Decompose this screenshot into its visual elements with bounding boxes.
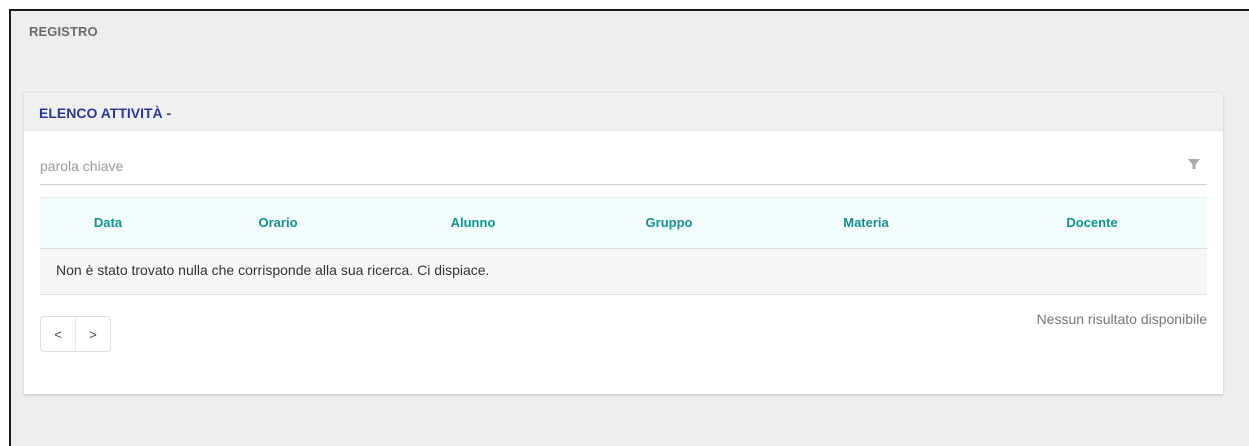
empty-result-row: Non è stato trovato nulla che corrispond… [40,249,1207,295]
card-title: ELENCO ATTIVITÀ - [39,105,172,121]
filter-icon[interactable] [1187,157,1201,171]
next-page-button[interactable]: > [76,317,110,351]
column-header-alunno[interactable]: Alunno [451,215,496,230]
results-status: Nessun risultato disponibile [1036,311,1207,327]
activity-table: Data Orario Alunno Gruppo Materia Docent… [40,197,1207,295]
search-bar [40,147,1207,185]
prev-page-button[interactable]: < [41,317,76,351]
pagination-controls: < > [40,316,111,352]
page-title: REGISTRO [29,24,98,39]
column-header-docente[interactable]: Docente [1066,215,1117,230]
activity-list-card: ELENCO ATTIVITÀ - Data Orario Alunno Gru… [24,93,1223,394]
column-header-gruppo[interactable]: Gruppo [646,215,693,230]
empty-result-message: Non è stato trovato nulla che corrispond… [56,262,490,278]
table-header-row: Data Orario Alunno Gruppo Materia Docent… [40,197,1207,249]
column-header-materia[interactable]: Materia [843,215,889,230]
search-input[interactable] [40,155,1160,177]
column-header-orario[interactable]: Orario [258,215,297,230]
card-header: ELENCO ATTIVITÀ - [24,93,1223,131]
column-header-data[interactable]: Data [94,215,122,230]
